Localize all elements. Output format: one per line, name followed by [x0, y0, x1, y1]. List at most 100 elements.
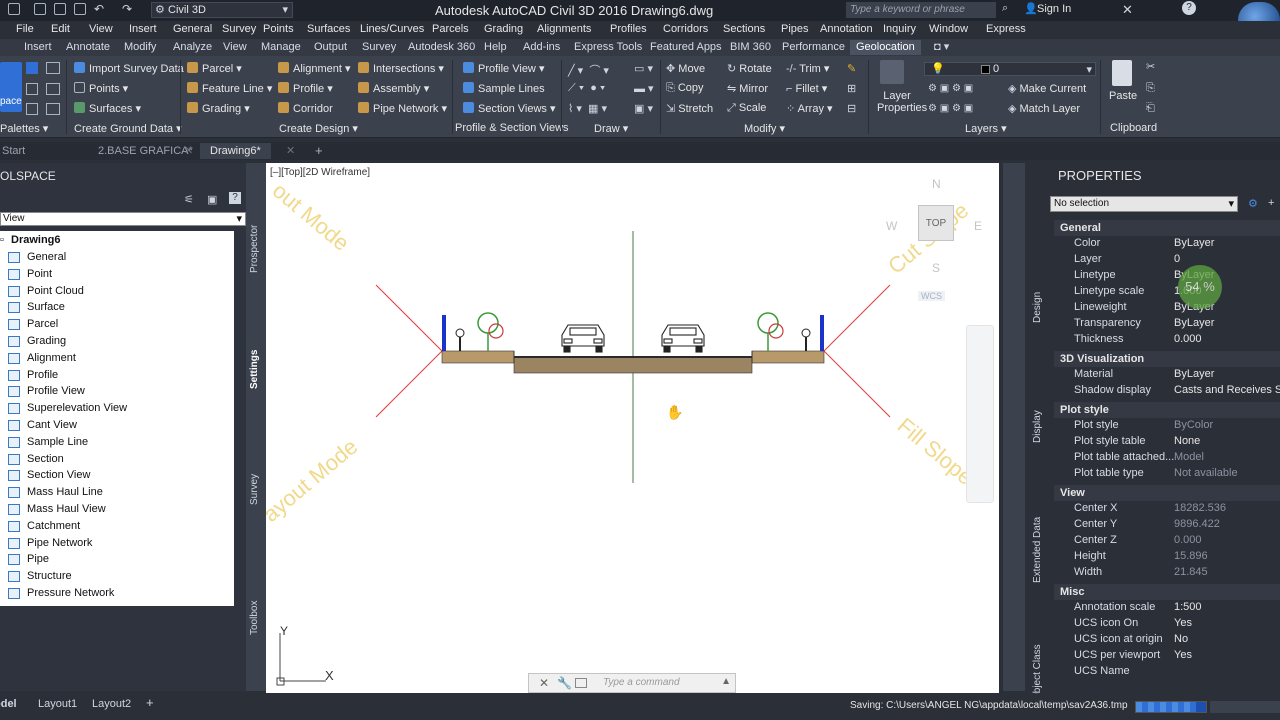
menu-parcels[interactable]: Parcels: [432, 23, 469, 35]
create-ground-data-title[interactable]: Create Ground Data ▾: [74, 122, 182, 135]
menu-grading[interactable]: Grading: [484, 23, 523, 35]
layers-icon[interactable]: [46, 103, 60, 115]
menu-annotation[interactable]: Annotation: [820, 23, 873, 35]
layer-dropdown[interactable]: 💡 0 ▾: [924, 62, 1096, 76]
prospector-icon[interactable]: [26, 62, 38, 74]
tree-item[interactable]: Section: [27, 453, 64, 465]
tree-item[interactable]: Profile: [27, 369, 58, 381]
menu-lines-curves[interactable]: Lines/Curves: [360, 23, 424, 35]
tree-item[interactable]: Cant View: [27, 419, 77, 431]
tab-analyze[interactable]: Analyze: [167, 40, 218, 55]
create-design-title[interactable]: Create Design ▾: [279, 122, 358, 135]
profile-button[interactable]: Profile ▾: [278, 82, 333, 95]
menu-general[interactable]: General: [173, 23, 212, 35]
viewcube-east[interactable]: E: [974, 219, 982, 233]
side-tab-display[interactable]: Display: [1032, 410, 1043, 443]
tab-layout1[interactable]: Layout1: [38, 698, 77, 710]
tab-geolocation[interactable]: Geolocation: [850, 40, 921, 55]
corridor-button[interactable]: Corridor: [278, 102, 333, 115]
viewcube-north[interactable]: N: [932, 177, 941, 191]
layer-properties-button[interactable]: Layer Properties: [877, 90, 927, 114]
quick-select-icon[interactable]: ⚙: [1248, 197, 1258, 210]
toolbox-icon[interactable]: [46, 83, 60, 95]
wrench-icon[interactable]: 🔧: [557, 676, 572, 690]
design-icon[interactable]: [26, 103, 38, 115]
ribbon-toggle-icon[interactable]: ◘ ▾: [928, 40, 955, 55]
tree-root[interactable]: Drawing6: [11, 234, 61, 246]
property-value[interactable]: ByLayer: [1174, 317, 1214, 329]
vtab-toolbox[interactable]: Toolbox: [249, 601, 260, 635]
command-input[interactable]: Type a command: [603, 677, 680, 688]
menu-points[interactable]: Points: [263, 23, 294, 35]
viewcube-west[interactable]: W: [886, 219, 897, 233]
draw-panel-title[interactable]: Draw ▾: [594, 122, 628, 135]
add-layout-icon[interactable]: +: [146, 695, 154, 710]
tab-performance[interactable]: Performance: [776, 40, 851, 55]
new-icon[interactable]: [8, 3, 20, 15]
property-value[interactable]: ByLayer: [1174, 237, 1214, 249]
import-survey-data-button[interactable]: Import Survey Data: [74, 62, 184, 75]
tree-item[interactable]: General: [27, 251, 66, 263]
layer-tools-icons-2[interactable]: ⚙ ▣ ⚙ ▣: [928, 103, 973, 114]
polyline-icon[interactable]: ⟋ ▾ ● ▾: [568, 82, 605, 95]
erase-icon[interactable]: ✎: [847, 62, 856, 75]
menu-survey[interactable]: Survey: [222, 23, 256, 35]
tree-item[interactable]: Section View: [27, 469, 90, 481]
workspace-dropdown[interactable]: ⚙ Civil 3D ▾: [151, 2, 293, 18]
tab-express-tools[interactable]: Express Tools: [568, 40, 648, 55]
viewcube-south[interactable]: S: [932, 261, 940, 275]
pipe-network-button[interactable]: Pipe Network ▾: [358, 102, 447, 115]
layer-properties-icon[interactable]: [880, 60, 904, 84]
tree-item[interactable]: Pipe Network: [27, 537, 92, 549]
toolspace-tool-icon[interactable]: ⚟: [184, 193, 194, 206]
property-value[interactable]: Model: [1174, 451, 1204, 463]
menu-window[interactable]: Window: [929, 23, 968, 35]
palettes-panel-title[interactable]: Palettes ▾: [0, 122, 48, 135]
doctab-start[interactable]: Start: [0, 143, 35, 159]
sample-lines-button[interactable]: Sample Lines: [463, 82, 545, 95]
rotate-button[interactable]: ↻ Rotate: [727, 62, 772, 75]
assembly-button[interactable]: Assembly ▾: [358, 82, 429, 95]
open-icon[interactable]: [34, 3, 46, 15]
tab-survey[interactable]: Survey: [356, 40, 402, 55]
make-current-button[interactable]: ◈ Make Current: [1008, 82, 1086, 95]
help-icon[interactable]: ?: [1182, 1, 1196, 15]
section-misc[interactable]: Misc: [1054, 584, 1280, 600]
side-tab-extended-data[interactable]: Extended Data: [1032, 517, 1043, 583]
survey-icon[interactable]: [46, 62, 60, 74]
tree-item[interactable]: Alignment: [27, 352, 76, 364]
property-value[interactable]: 0.000: [1174, 534, 1202, 546]
menu-sections[interactable]: Sections: [723, 23, 765, 35]
tab-layout2[interactable]: Layout2: [92, 698, 131, 710]
select-objects-icon[interactable]: +: [1268, 197, 1274, 209]
section-plot-style[interactable]: Plot style: [1054, 402, 1280, 418]
tab-annotate[interactable]: Annotate: [60, 40, 116, 55]
property-value[interactable]: 0.000: [1174, 333, 1202, 345]
menu-express[interactable]: Express: [986, 23, 1026, 35]
toolspace-button[interactable]: pace: [0, 62, 22, 112]
tab-view[interactable]: View: [217, 40, 253, 55]
vtab-survey[interactable]: Survey: [249, 474, 260, 505]
chevron-up-icon[interactable]: ▲: [721, 676, 731, 687]
tree-item[interactable]: Catchment: [27, 520, 80, 532]
stretch-button[interactable]: ⇲ Stretch: [666, 102, 713, 115]
offset-icon[interactable]: ⊟: [847, 102, 856, 115]
fillet-button[interactable]: ⌐ Fillet ▾: [786, 82, 827, 95]
vtab-prospector[interactable]: Prospector: [249, 225, 260, 273]
layers-panel-title[interactable]: Layers ▾: [965, 122, 1007, 135]
tab-bim-360[interactable]: BIM 360: [724, 40, 777, 55]
drawing-canvas[interactable]: [–][Top][2D Wireframe] out Mode Cut Slop…: [266, 163, 999, 693]
property-value[interactable]: ByLayer: [1174, 368, 1214, 380]
property-value[interactable]: Casts and Receives Sha: [1174, 384, 1280, 396]
doctab-drawing6[interactable]: Drawing6*: [200, 143, 271, 159]
property-value[interactable]: None: [1174, 435, 1200, 447]
menu-pipes[interactable]: Pipes: [781, 23, 809, 35]
rectangle-icon[interactable]: ▭ ▾: [634, 62, 653, 75]
tab-output[interactable]: Output: [308, 40, 353, 55]
property-value[interactable]: 1:500: [1174, 601, 1202, 613]
profile-view-button[interactable]: Profile View ▾: [463, 62, 544, 75]
tree-item[interactable]: Grading: [27, 335, 66, 347]
section-general[interactable]: General: [1054, 220, 1280, 236]
feature-line-button[interactable]: Feature Line ▾: [187, 82, 272, 95]
intersections-button[interactable]: Intersections ▾: [358, 62, 444, 75]
